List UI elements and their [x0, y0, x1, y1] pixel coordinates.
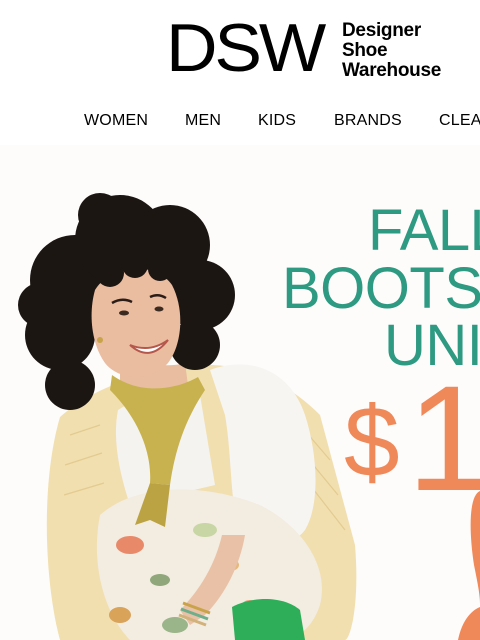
hero-banner[interactable]: FALL BOOTS UNI $ 1: [0, 145, 480, 640]
nav-item-kids[interactable]: KIDS: [258, 112, 296, 130]
nav-item-men[interactable]: MEN: [185, 112, 221, 130]
site-header: DSW Designer Shoe Warehouse WOMEN MEN KI…: [0, 0, 480, 145]
model-photo: [18, 193, 357, 640]
main-nav: WOMEN MEN KIDS BRANDS CLEA: [0, 112, 480, 134]
logo-mark: DSW: [166, 10, 326, 86]
nav-item-brands[interactable]: BRANDS: [334, 112, 402, 130]
logo-line-warehouse: Warehouse: [342, 60, 442, 81]
logo-line-shoe: Shoe: [342, 40, 388, 61]
nav-item-women[interactable]: WOMEN: [84, 112, 148, 130]
price-partial-digit: [458, 491, 480, 640]
logo-wordmark: Designer Shoe Warehouse: [342, 21, 472, 81]
nav-item-clearance[interactable]: CLEA: [439, 112, 480, 130]
dsw-logo[interactable]: DSW Designer Shoe Warehouse: [166, 14, 441, 82]
headline-fall: FALL: [368, 198, 480, 263]
logo-line-designer: Designer: [342, 20, 421, 41]
